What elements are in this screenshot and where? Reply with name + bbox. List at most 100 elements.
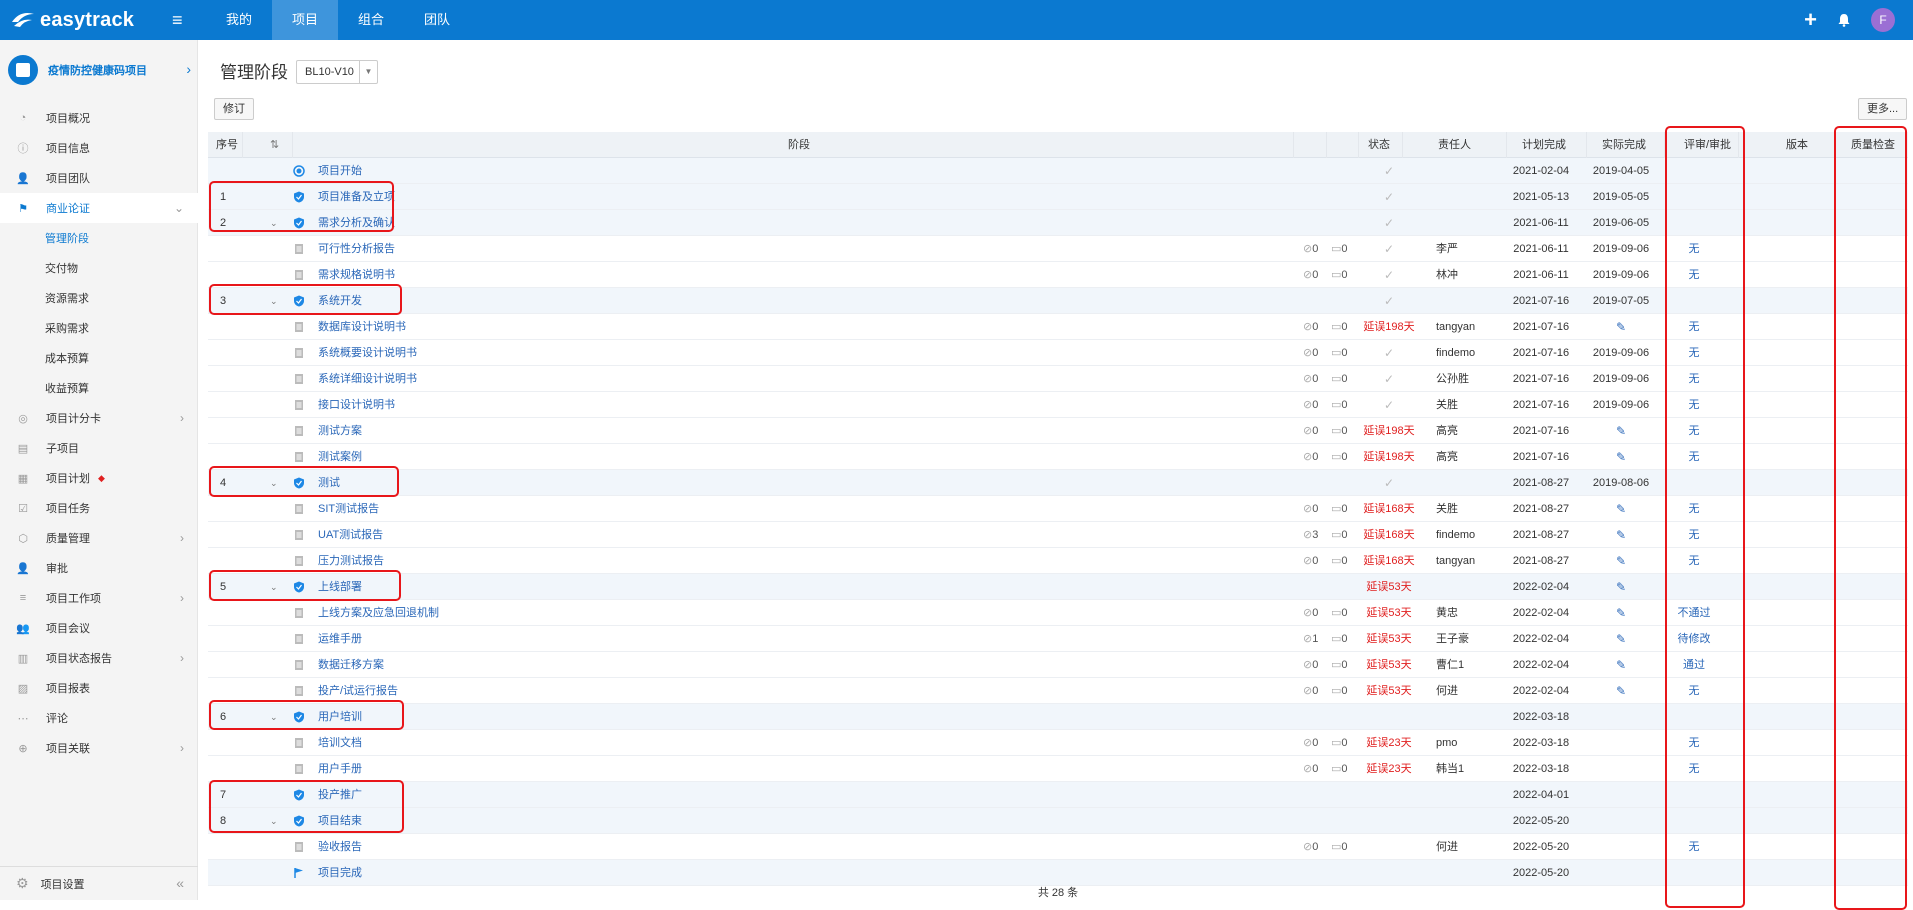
sidebar-item[interactable]: ⚑ 商业论证 ⌄: [0, 193, 198, 223]
review-status[interactable]: 无: [1664, 340, 1724, 366]
project-settings[interactable]: ⚙ 项目设置 «: [0, 866, 198, 900]
stage-name-link[interactable]: 项目完成: [318, 860, 362, 886]
review-status[interactable]: 无: [1664, 756, 1724, 782]
comment-count[interactable]: ▭0: [1331, 652, 1348, 678]
col-plan[interactable]: 计划完成: [1522, 132, 1566, 158]
comment-count[interactable]: ▭0: [1331, 236, 1348, 262]
table-row[interactable]: 接口设计说明书 ⊘0 ▭0 ✓ 关胜 2021-07-16 2019-09-06 无: [208, 392, 1908, 418]
stage-name-link[interactable]: 数据库设计说明书: [318, 314, 406, 340]
stage-name-link[interactable]: UAT测试报告: [318, 522, 383, 548]
stage-name-link[interactable]: 可行性分析报告: [318, 236, 395, 262]
sidebar-item[interactable]: 👤 项目团队: [0, 163, 198, 193]
nav-mine[interactable]: 我的: [206, 0, 272, 40]
attachment-count[interactable]: ⊘0: [1303, 366, 1318, 392]
collapse-sidebar-icon[interactable]: «: [176, 875, 184, 891]
stage-name-link[interactable]: 数据迁移方案: [318, 652, 384, 678]
table-row[interactable]: 验收报告 ⊘0 ▭0 何进 2022-05-20 无: [208, 834, 1908, 860]
sidebar-item[interactable]: 交付物: [0, 253, 198, 283]
stage-name-link[interactable]: 上线方案及应急回退机制: [318, 600, 439, 626]
stage-name-link[interactable]: 系统详细设计说明书: [318, 366, 417, 392]
stage-name-link[interactable]: 培训文档: [318, 730, 362, 756]
edit-pencil-icon[interactable]: ✎: [1588, 652, 1654, 678]
comment-count[interactable]: ▭0: [1331, 262, 1348, 288]
sidebar-item[interactable]: 成本预算: [0, 343, 198, 373]
add-icon[interactable]: +: [1804, 9, 1817, 31]
table-row[interactable]: 系统详细设计说明书 ⊘0 ▭0 ✓ 公孙胜 2021-07-16 2019-09-06 无: [208, 366, 1908, 392]
sidebar-item[interactable]: ◔ 项目概况: [0, 103, 198, 133]
stage-name-link[interactable]: 需求规格说明书: [318, 262, 395, 288]
table-row[interactable]: 数据库设计说明书 ⊘0 ▭0 延误198天 tangyan 2021-07-16 ✎ 无: [208, 314, 1908, 340]
stage-name-link[interactable]: 测试: [318, 470, 340, 496]
comment-count[interactable]: ▭0: [1331, 730, 1348, 756]
comment-count[interactable]: ▭0: [1331, 392, 1348, 418]
table-row[interactable]: UAT测试报告 ⊘3 ▭0 延误168天 findemo 2021-08-27 ✎ 无: [208, 522, 1908, 548]
user-avatar[interactable]: F: [1871, 8, 1895, 32]
comment-count[interactable]: ▭0: [1331, 600, 1348, 626]
attachment-count[interactable]: ⊘0: [1303, 340, 1318, 366]
edit-pencil-icon[interactable]: ✎: [1588, 496, 1654, 522]
comment-count[interactable]: ▭0: [1331, 496, 1348, 522]
edit-pencil-icon[interactable]: ✎: [1588, 522, 1654, 548]
table-row[interactable]: 用户手册 ⊘0 ▭0 延误23天 韩当1 2022-03-18 无: [208, 756, 1908, 782]
nav-team[interactable]: 团队: [404, 0, 470, 40]
attachment-count[interactable]: ⊘0: [1303, 548, 1318, 574]
table-row[interactable]: 上线方案及应急回退机制 ⊘0 ▭0 延误53天 黄忠 2022-02-04 ✎ 不通过: [208, 600, 1908, 626]
table-row[interactable]: 项目完成 2022-05-20: [208, 860, 1908, 886]
comment-count[interactable]: ▭0: [1331, 626, 1348, 652]
attachment-count[interactable]: ⊘0: [1303, 678, 1318, 704]
table-row[interactable]: 3 ⌄ 系统开发 ✓ 2021-07-16 2019-07-05: [208, 288, 1908, 314]
stage-name-link[interactable]: 接口设计说明书: [318, 392, 395, 418]
chevron-down-icon[interactable]: ⌄: [270, 470, 278, 496]
stage-name-link[interactable]: 投产/试运行报告: [318, 678, 398, 704]
bell-icon[interactable]: [1837, 13, 1851, 27]
review-status[interactable]: 无: [1664, 314, 1724, 340]
table-row[interactable]: 6 ⌄ 用户培训 2022-03-18: [208, 704, 1908, 730]
attachment-count[interactable]: ⊘0: [1303, 834, 1318, 860]
edit-pencil-icon[interactable]: ✎: [1588, 314, 1654, 340]
attachment-count[interactable]: ⊘1: [1303, 626, 1318, 652]
table-row[interactable]: 运维手册 ⊘1 ▭0 延误53天 王子豪 2022-02-04 ✎ 待修改: [208, 626, 1908, 652]
review-status[interactable]: 无: [1664, 834, 1724, 860]
sidebar-item[interactable]: 👥 项目会议: [0, 613, 198, 643]
attachment-count[interactable]: ⊘0: [1303, 418, 1318, 444]
sidebar-item[interactable]: ⬡ 质量管理 ›: [0, 523, 198, 553]
col-version[interactable]: 版本: [1786, 132, 1808, 158]
sidebar-item[interactable]: ▦ 项目计划 ◆: [0, 463, 198, 493]
table-row[interactable]: 8 ⌄ 项目结束 2022-05-20: [208, 808, 1908, 834]
chevron-right-icon[interactable]: ›: [180, 741, 184, 755]
attachment-count[interactable]: ⊘0: [1303, 236, 1318, 262]
stage-name-link[interactable]: 用户培训: [318, 704, 362, 730]
nav-portfolio[interactable]: 组合: [338, 0, 404, 40]
chevron-right-icon[interactable]: ›: [180, 651, 184, 665]
sidebar-item[interactable]: 采购需求: [0, 313, 198, 343]
chevron-right-icon[interactable]: ›: [180, 411, 184, 425]
table-row[interactable]: 培训文档 ⊘0 ▭0 延误23天 pmo 2022-03-18 无: [208, 730, 1908, 756]
nav-project[interactable]: 项目: [272, 0, 339, 40]
table-row[interactable]: 2 ⌄ 需求分析及确认 ✓ 2021-06-11 2019-06-05: [208, 210, 1908, 236]
stage-name-link[interactable]: 验收报告: [318, 834, 362, 860]
table-row[interactable]: 5 ⌄ 上线部署 延误53天 2022-02-04 ✎: [208, 574, 1908, 600]
review-status[interactable]: 无: [1664, 236, 1724, 262]
table-row[interactable]: 系统概要设计说明书 ⊘0 ▭0 ✓ findemo 2021-07-16 2019-09-0…: [208, 340, 1908, 366]
comment-count[interactable]: ▭0: [1331, 678, 1348, 704]
review-status[interactable]: 不通过: [1664, 600, 1724, 626]
attachment-count[interactable]: ⊘0: [1303, 392, 1318, 418]
review-status[interactable]: 无: [1664, 444, 1724, 470]
review-status[interactable]: 无: [1664, 392, 1724, 418]
review-status[interactable]: 无: [1664, 262, 1724, 288]
edit-pencil-icon[interactable]: ✎: [1588, 548, 1654, 574]
table-row[interactable]: 项目开始 ✓ 2021-02-04 2019-04-05: [208, 158, 1908, 184]
stage-name-link[interactable]: 压力测试报告: [318, 548, 384, 574]
table-row[interactable]: 1 项目准备及立项 ✓ 2021-05-13 2019-05-05: [208, 184, 1908, 210]
sidebar-item[interactable]: ☑ 项目任务: [0, 493, 198, 523]
table-row[interactable]: 4 ⌄ 测试 ✓ 2021-08-27 2019-08-06: [208, 470, 1908, 496]
stage-name-link[interactable]: 测试案例: [318, 444, 362, 470]
chevron-down-icon[interactable]: ⌄: [270, 574, 278, 600]
comment-count[interactable]: ▭0: [1331, 522, 1348, 548]
attachment-count[interactable]: ⊘0: [1303, 652, 1318, 678]
sidebar-item[interactable]: 管理阶段: [0, 223, 198, 253]
stage-name-link[interactable]: 系统开发: [318, 288, 362, 314]
comment-count[interactable]: ▭0: [1331, 834, 1348, 860]
more-button[interactable]: 更多...: [1858, 98, 1908, 120]
review-status[interactable]: 待修改: [1664, 626, 1724, 652]
